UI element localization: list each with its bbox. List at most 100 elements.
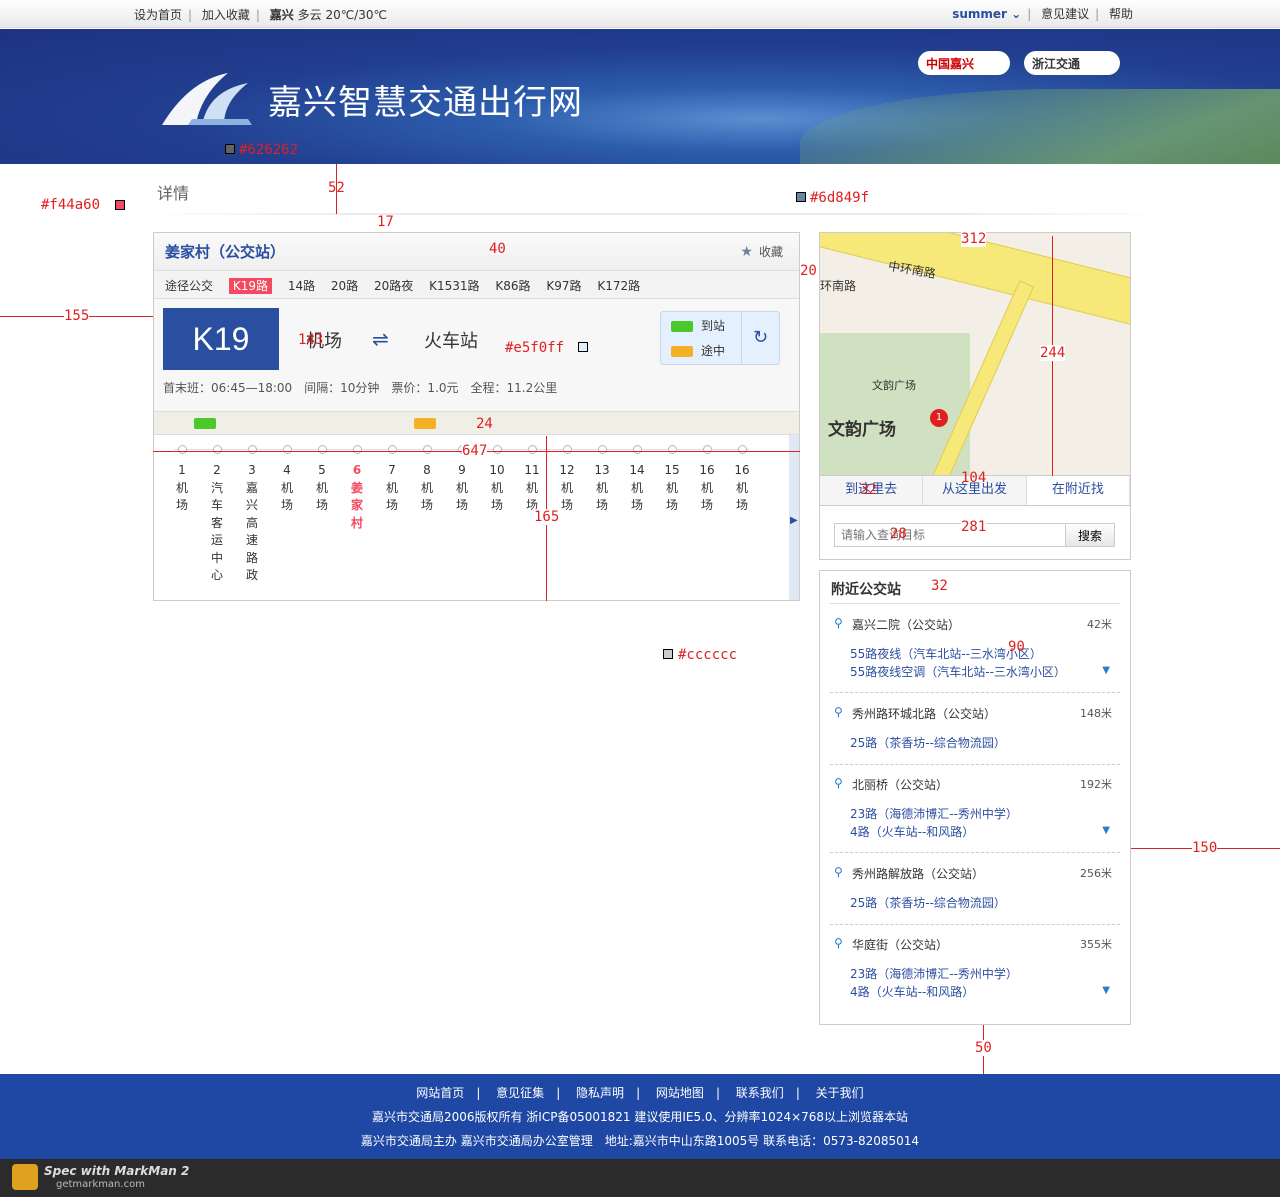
station-stop[interactable]: 5 机场 [312, 445, 332, 515]
expand-chevron-icon[interactable]: ▼ [1102, 665, 1110, 676]
help-link[interactable]: 帮助 [1109, 7, 1133, 21]
nearby-stop-item[interactable]: ⚲ 嘉兴二院（公交站） 42米 55路夜线（汽车北站--三水湾小区） 55路夜线空调（汽… [830, 616, 1120, 693]
nearby-bus-line[interactable]: 25路（茶香坊--综合物流园） [850, 734, 1006, 751]
nearby-bus-line[interactable]: 25路（茶香坊--综合物流园） [850, 894, 1006, 911]
route-tab[interactable]: K1531路 [429, 279, 479, 293]
route-summary: K19 机场 ⇌ 火车站 到站 途中 ↻ 首末班：06:45—18:00 间隔：… [154, 299, 799, 399]
map-view[interactable]: 中环南路 环南路 文韵广场 文韵广场 1 [819, 232, 1131, 476]
color-swatch [578, 342, 588, 352]
station-dot-icon [352, 445, 362, 454]
route-tab[interactable]: K86路 [495, 279, 530, 293]
station-stop[interactable]: 16 机场 [697, 445, 717, 515]
spec-dimension: 24 [476, 416, 493, 432]
location-pin-icon: ⚲ [834, 936, 843, 950]
divider [830, 603, 1120, 604]
spec-dimension: 244 [1040, 345, 1066, 361]
footer-link[interactable]: 关于我们 [816, 1086, 864, 1100]
partner-logo-zhejiang[interactable]: 浙江交通 [1024, 51, 1120, 75]
expand-chevron-icon[interactable]: ▼ [1102, 985, 1110, 996]
nearby-stop-name[interactable]: 秀州路解放路（公交站） [852, 865, 984, 882]
station-stop[interactable]: 15 机场 [662, 445, 682, 515]
scroll-right-button[interactable]: ▶ [789, 435, 799, 600]
nearby-stop-name[interactable]: 秀州路环城北路（公交站） [852, 705, 996, 722]
station-stop[interactable]: 16 机场 [732, 445, 752, 515]
nearby-bus-line[interactable]: 55路夜线空调（汽车北站--三水湾小区） [850, 663, 1066, 680]
swap-direction-icon[interactable]: ⇌ [372, 327, 389, 351]
nearby-bus-line[interactable]: 4路（火车站--和风路） [850, 823, 974, 840]
spec-dimension: 28 [890, 526, 907, 542]
station-dot-icon [562, 445, 572, 454]
nearby-bus-line[interactable]: 4路（火车站--和风路） [850, 983, 974, 1000]
station-name: 机场 [420, 480, 433, 513]
feedback-link[interactable]: 意见建议 [1041, 7, 1089, 21]
nearby-stop-name[interactable]: 北丽桥（公交站） [852, 776, 948, 793]
footer-link[interactable]: 网站首页 [416, 1086, 464, 1100]
nearby-title: 附近公交站 [831, 582, 901, 598]
station-stop[interactable]: 12 机场 [557, 445, 577, 515]
station-stop[interactable]: 4 机场 [277, 445, 297, 515]
spec-dimension: 143 [298, 332, 324, 348]
nearby-stop-distance: 355米 [1080, 938, 1112, 951]
footer-link[interactable]: 网站地图 [656, 1086, 704, 1100]
expand-chevron-icon[interactable]: ▼ [1102, 825, 1110, 836]
route-tab[interactable]: 20路夜 [374, 279, 413, 293]
favorite-button[interactable]: ★ 收藏 [740, 243, 783, 260]
nearby-bus-line[interactable]: 23路（海德沛博汇--秀州中学） [850, 805, 1018, 822]
station-stop[interactable]: 14 机场 [627, 445, 647, 515]
refresh-icon[interactable]: ↻ [741, 312, 779, 364]
add-favorite-link[interactable]: 加入收藏 [202, 8, 250, 22]
tab-search-nearby[interactable]: 在附近找 [1026, 476, 1130, 505]
footer-link[interactable]: 意见征集 [496, 1086, 544, 1100]
nearby-stop-distance: 192米 [1080, 778, 1112, 791]
spec-dimension: 312 [961, 231, 987, 247]
station-name: 姜家村（公交站） [165, 243, 286, 261]
route-tab[interactable]: 20路 [331, 279, 358, 293]
station-number: 6 [352, 463, 362, 477]
partner-logo-jiaxing[interactable]: 中国嘉兴 [918, 51, 1010, 75]
station-stop[interactable]: 13 机场 [592, 445, 612, 515]
nearby-stop-item[interactable]: ⚲ 秀州路解放路（公交站） 256米 25路（茶香坊--综合物流园） [830, 865, 1120, 925]
station-number: 12 [559, 463, 575, 477]
map-poi-label: 文韵广场 [872, 379, 916, 392]
header-banner: 嘉兴智慧交通出行网 中国嘉兴 浙江交通 [0, 29, 1280, 164]
user-menu[interactable]: summer ⌄ [952, 7, 1021, 21]
station-name: 机场 [700, 480, 713, 513]
page-title: 详情 [157, 184, 190, 203]
nearby-stop-name[interactable]: 嘉兴二院（公交站） [852, 616, 960, 633]
station-stop[interactable]: 11 机场 [522, 445, 542, 515]
station-number: 13 [594, 463, 610, 477]
nearby-stop-item[interactable]: ⚲ 华庭街（公交站） 355米 23路（海德沛博汇--秀州中学） 4路（火车站--和风路… [830, 936, 1120, 1013]
bus-arrived-icon[interactable] [194, 418, 216, 429]
footer-link[interactable]: 隐私声明 [576, 1086, 624, 1100]
search-input[interactable] [834, 523, 1066, 547]
route-tab[interactable]: K97路 [546, 279, 581, 293]
route-tab[interactable]: 14路 [288, 279, 315, 293]
route-tab[interactable]: K172路 [597, 279, 640, 293]
nearby-stop-name[interactable]: 华庭街（公交站） [852, 936, 948, 953]
site-logo-icon[interactable] [158, 69, 252, 127]
station-stop[interactable]: 2 汽车客运中心 [207, 445, 227, 585]
nearby-bus-line[interactable]: 23路（海德沛博汇--秀州中学） [850, 965, 1018, 982]
station-stop[interactable]: 1 机场 [172, 445, 192, 515]
station-stop[interactable]: 7 机场 [382, 445, 402, 515]
spec-dimension: 647 [462, 443, 488, 459]
nearby-stop-item[interactable]: ⚲ 北丽桥（公交站） 192米 23路（海德沛博汇--秀州中学） 4路（火车站--和风路… [830, 776, 1120, 853]
station-stop[interactable]: 3 嘉兴高速路政 [242, 445, 262, 585]
station-dot-icon [632, 445, 642, 454]
station-name: 姜家村 [350, 480, 363, 530]
bus-enroute-icon[interactable] [414, 418, 436, 429]
map-pin-icon[interactable]: 1 [930, 409, 948, 427]
station-stop[interactable]: 10 机场 [487, 445, 507, 515]
station-stop[interactable]: 6 姜家村 [347, 445, 367, 532]
station-dot-icon [422, 445, 432, 454]
set-home-link[interactable]: 设为首页 [134, 8, 182, 22]
footer-link[interactable]: 联系我们 [736, 1086, 784, 1100]
city-name[interactable]: 嘉兴 [270, 8, 294, 22]
station-stop[interactable]: 8 机场 [417, 445, 437, 515]
station-name: 机场 [560, 480, 573, 513]
route-tab[interactable]: K19路 [228, 278, 272, 294]
nearby-stop-item[interactable]: ⚲ 秀州路环城北路（公交站） 148米 25路（茶香坊--综合物流园） [830, 705, 1120, 765]
top-bar-right: summer ⌄ | 意见建议 | 帮助 [952, 7, 1133, 21]
search-button[interactable]: 搜索 [1065, 523, 1115, 547]
weather-text: 多云 20℃/30℃ [297, 8, 387, 22]
